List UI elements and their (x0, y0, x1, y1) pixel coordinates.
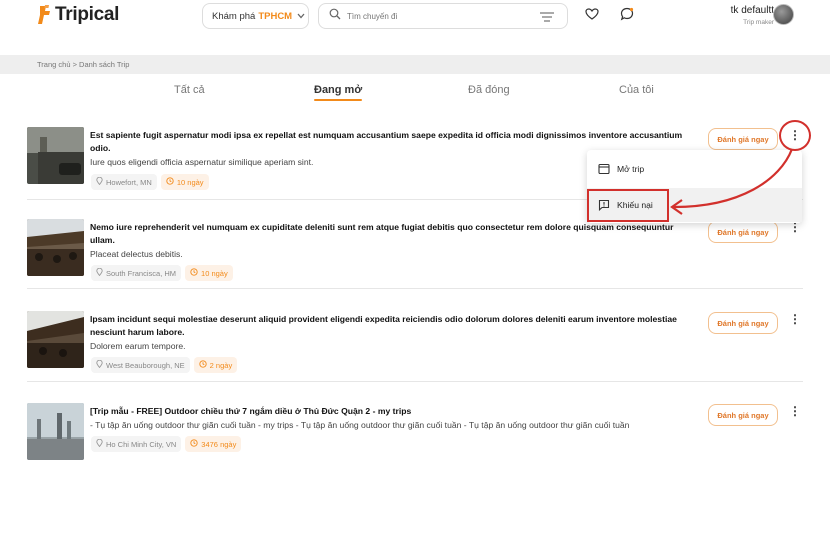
explore-city-dropdown[interactable]: Khám phá TPHCM (202, 3, 309, 29)
trip-meta: West Beauborough, NE 2 ngày (91, 357, 238, 373)
duration-chip: 3476 ngày (185, 436, 242, 452)
trip-meta: South Francisca, HM 10 ngày (91, 265, 233, 281)
logo-text: Tripical (55, 4, 120, 25)
kebab-menu-icon[interactable]: ⋮ (789, 403, 801, 419)
location-chip: Ho Chi Minh City, VN (91, 436, 182, 452)
trip-location: West Beauborough, NE (106, 360, 185, 370)
trip-meta: Howefort, MN 10 ngày (91, 174, 209, 190)
tab-open[interactable]: Đang mở (314, 84, 363, 101)
trip-duration: 10 ngày (176, 177, 204, 187)
trip-duration: 2 ngày (209, 360, 233, 370)
user-role: Trip maker (743, 19, 774, 26)
tripical-logo-icon (37, 4, 53, 26)
tab-mine[interactable]: Của tôi (619, 84, 654, 96)
annotation-box (587, 189, 669, 222)
rate-now-button[interactable]: Đánh giá ngay (708, 221, 778, 243)
search-icon (329, 7, 341, 25)
trip-location: South Francisca, HM (106, 268, 177, 278)
user-info[interactable]: tk defaultt Trip maker (731, 5, 774, 26)
duration-chip: 10 ngày (160, 174, 209, 190)
location-pin-icon (96, 267, 103, 278)
filter-icon[interactable] (539, 10, 555, 22)
explore-city: TPHCM (258, 10, 293, 22)
trip-location: Howefort, MN (106, 177, 152, 187)
location-pin-icon (96, 176, 103, 187)
window-icon (598, 163, 610, 175)
rate-now-button[interactable]: Đánh giá ngay (708, 404, 778, 426)
trip-tabs: Tất cả Đang mở Đã đóng Của tôi (0, 84, 830, 104)
trip-card[interactable]: Nemo iure reprehenderit vel numquam ex c… (27, 219, 803, 289)
trip-thumbnail (27, 403, 84, 460)
trip-card[interactable]: [Trip mẫu - FREE] Outdoor chiều thứ 7 ng… (27, 403, 803, 461)
trip-thumbnail (27, 219, 84, 276)
clock-icon (166, 177, 174, 187)
trip-title[interactable]: Ipsam incidunt sequi molestiae deserunt … (90, 313, 700, 339)
trip-duration: 10 ngày (201, 268, 228, 278)
trip-thumbnail (27, 127, 84, 184)
clock-icon (190, 268, 198, 278)
trip-thumbnail (27, 311, 84, 368)
duration-chip: 10 ngày (185, 265, 233, 281)
trip-meta: Ho Chi Minh City, VN 3476 ngày (91, 436, 242, 452)
trip-description: Dolorem earum tempore. (90, 341, 186, 351)
trip-title[interactable]: Nemo iure reprehenderit vel numquam ex c… (90, 221, 700, 247)
chat-icon[interactable] (620, 7, 634, 21)
annotation-arrow (670, 148, 794, 215)
avatar[interactable] (773, 4, 794, 25)
location-pin-icon (96, 359, 103, 370)
trip-description: - Tụ tập ăn uống outdoor thư giãn cuối t… (90, 420, 630, 430)
explore-label: Khám phá (212, 10, 256, 22)
trip-description: Placeat delectus debitis. (90, 249, 183, 259)
trip-card[interactable]: Ipsam incidunt sequi molestiae deserunt … (27, 311, 803, 382)
location-chip: South Francisca, HM (91, 265, 182, 281)
trip-location: Ho Chi Minh City, VN (106, 439, 177, 449)
search-input[interactable] (347, 11, 517, 21)
trip-duration: 3476 ngày (201, 439, 237, 449)
top-header: Tripical Khám phá TPHCM tk defaultt Trip… (0, 0, 830, 40)
trip-title[interactable]: [Trip mẫu - FREE] Outdoor chiều thứ 7 ng… (90, 405, 700, 418)
location-chip: West Beauborough, NE (91, 357, 190, 373)
trip-description: Iure quos eligendi officia aspernatur si… (90, 157, 314, 167)
duration-chip: 2 ngày (193, 357, 238, 373)
logo[interactable]: Tripical (37, 4, 119, 26)
heart-icon[interactable] (585, 7, 599, 21)
user-name: tk defaultt (730, 5, 774, 16)
clock-icon (190, 439, 198, 449)
tab-all[interactable]: Tất cả (174, 84, 205, 96)
menu-item-label: Mở trip (617, 164, 645, 174)
rate-now-button[interactable]: Đánh giá ngay (708, 312, 778, 334)
location-chip: Howefort, MN (91, 174, 157, 190)
kebab-menu-icon[interactable]: ⋮ (789, 311, 801, 327)
breadcrumb: Trang chủ > Danh sách Trip (0, 55, 830, 74)
location-pin-icon (96, 438, 103, 449)
search-bar (318, 3, 568, 29)
clock-icon (199, 360, 207, 370)
chevron-down-icon (297, 12, 305, 21)
tab-closed[interactable]: Đã đóng (468, 84, 510, 96)
